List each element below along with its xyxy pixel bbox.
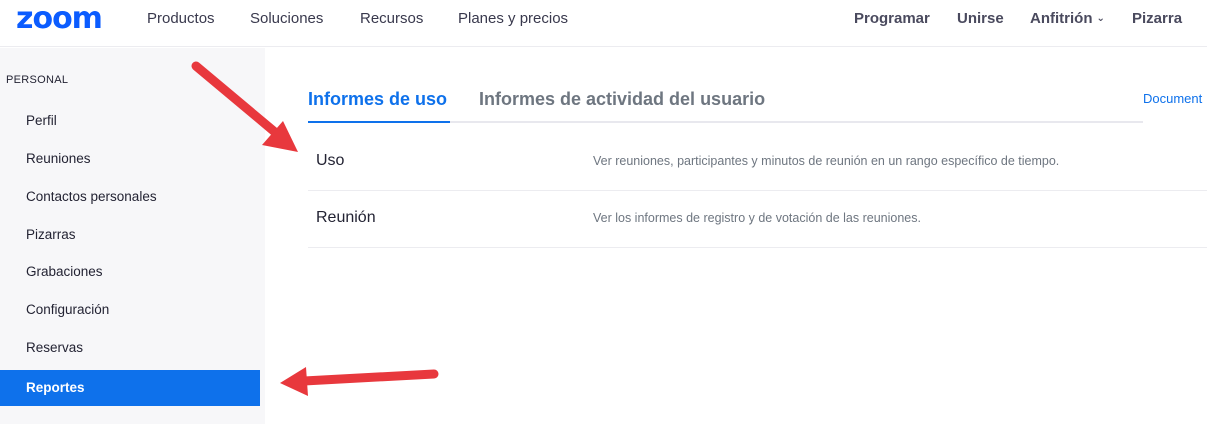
sidebar-item-configuracion[interactable]: Configuración <box>0 292 260 328</box>
sidebar-item-perfil[interactable]: Perfil <box>0 103 260 139</box>
report-link-reunion[interactable]: Reunión <box>316 209 376 227</box>
report-tabs: Informes de uso Informes de actividad de… <box>308 77 1143 123</box>
nav-anfitrion[interactable]: Anfitrión ⌄ <box>1030 10 1105 27</box>
sidebar-item-pizarras[interactable]: Pizarras <box>0 217 260 253</box>
sidebar-item-reuniones[interactable]: Reuniones <box>0 141 260 177</box>
sidebar-item-contactos[interactable]: Contactos personales <box>0 179 260 215</box>
report-link-uso[interactable]: Uso <box>316 152 344 170</box>
nav-recursos[interactable]: Recursos <box>360 10 423 27</box>
top-nav: zoom Productos Soluciones Recursos Plane… <box>0 0 1207 47</box>
nav-pizarra[interactable]: Pizarra <box>1132 10 1182 27</box>
sidebar-item-reservas[interactable]: Reservas <box>0 330 260 366</box>
arrow-to-reportes-icon <box>280 367 439 396</box>
sidebar-item-reportes[interactable]: Reportes <box>0 370 260 406</box>
nav-anfitrion-label: Anfitrión <box>1030 10 1093 27</box>
nav-productos[interactable]: Productos <box>147 10 215 27</box>
active-tab-indicator <box>308 121 450 123</box>
sidebar: PERSONAL Perfil Reuniones Contactos pers… <box>0 48 265 424</box>
sidebar-item-grabaciones[interactable]: Grabaciones <box>0 254 260 290</box>
report-row-uso: Uso Ver reuniones, participantes y minut… <box>308 134 1207 191</box>
nav-soluciones[interactable]: Soluciones <box>250 10 323 27</box>
nav-unirse[interactable]: Unirse <box>957 10 1004 27</box>
report-row-reunion: Reunión Ver los informes de registro y d… <box>308 191 1207 248</box>
nav-planes-precios[interactable]: Planes y precios <box>458 10 568 27</box>
report-description: Ver los informes de registro y de votaci… <box>593 211 921 225</box>
sidebar-section-personal: PERSONAL <box>6 74 69 86</box>
documentation-link[interactable]: Document <box>1143 91 1202 106</box>
zoom-logo[interactable]: zoom <box>16 4 103 34</box>
tab-informes-actividad[interactable]: Informes de actividad del usuario <box>479 89 765 110</box>
nav-programar[interactable]: Programar <box>854 10 930 27</box>
report-description: Ver reuniones, participantes y minutos d… <box>593 154 1060 168</box>
tab-informes-uso[interactable]: Informes de uso <box>308 89 447 110</box>
chevron-down-icon: ⌄ <box>1096 13 1105 24</box>
